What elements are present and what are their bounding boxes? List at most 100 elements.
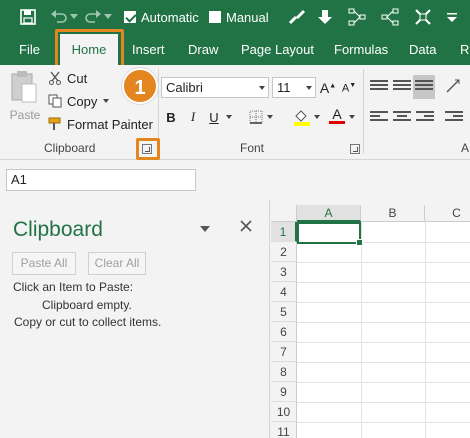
fill-color-button[interactable]	[292, 107, 312, 127]
automatic-toggle[interactable]: Automatic	[124, 0, 199, 34]
ribbon-tabs: File Home Insert Draw Page Layout Formul…	[0, 34, 470, 67]
undo-dropdown-icon[interactable]	[70, 0, 78, 34]
bottom-align-icon[interactable]	[413, 75, 435, 99]
grid-line	[425, 222, 426, 438]
automatic-checkbox[interactable]	[124, 11, 136, 23]
font-color-button[interactable]: A	[328, 105, 346, 125]
cut-label: Cut	[67, 70, 88, 86]
worksheet-grid[interactable]: A B C 1 2 3 4 5 6 7 8 9 10 11	[271, 205, 470, 438]
copy-button[interactable]: Copy	[47, 91, 110, 111]
grid-line	[297, 342, 470, 343]
trace-dependents-icon[interactable]	[381, 0, 399, 34]
close-icon[interactable]	[240, 220, 252, 235]
align-left-icon[interactable]	[370, 109, 388, 127]
tab-draw[interactable]: Draw	[188, 34, 218, 65]
decrease-font-size-button[interactable]: A▼	[341, 78, 357, 98]
borders-button[interactable]	[247, 107, 265, 127]
pane-instruction: Click an Item to Paste:	[13, 280, 134, 294]
paste-all-button[interactable]: Paste All	[12, 252, 76, 275]
tab-review[interactable]: Re	[460, 34, 470, 65]
ribbon-home: Paste Cut Copy Format Painter Clipboard …	[0, 65, 470, 160]
row-header-1[interactable]: 1	[271, 222, 297, 242]
format-painter-icon	[47, 116, 63, 132]
align-right-icon[interactable]	[416, 109, 434, 127]
row-header-9[interactable]: 9	[271, 382, 297, 402]
font-dialog-launcher-icon[interactable]	[350, 144, 360, 154]
align-center-icon[interactable]	[393, 109, 411, 127]
grid-line	[297, 402, 470, 403]
manual-checkbox[interactable]	[209, 11, 221, 23]
grid-line	[297, 362, 470, 363]
grid-line	[297, 282, 470, 283]
undo-icon[interactable]	[50, 0, 68, 34]
save-icon[interactable]	[20, 0, 36, 34]
group-separator	[363, 69, 364, 154]
fill-color-dropdown-icon[interactable]	[312, 107, 322, 127]
name-box[interactable]: A1	[6, 169, 196, 191]
bold-button[interactable]: B	[163, 107, 179, 127]
scissors-icon	[47, 70, 63, 86]
borders-icon	[249, 110, 263, 124]
middle-align-icon[interactable]	[393, 78, 411, 96]
paste-button[interactable]: Paste	[6, 70, 44, 122]
active-cell-a1[interactable]	[297, 222, 363, 246]
quick-access-toolbar: Automatic Manual	[0, 0, 470, 34]
grid-line	[297, 322, 470, 323]
underline-dropdown-icon[interactable]	[224, 107, 234, 127]
clipboard-pane: Clipboard Paste All Clear All Click an I…	[0, 200, 270, 438]
row-header-4[interactable]: 4	[271, 282, 297, 302]
download-icon[interactable]	[318, 0, 332, 34]
launcher-highlight	[136, 138, 160, 160]
font-color-dropdown-icon[interactable]	[347, 107, 357, 127]
row-header-6[interactable]: 6	[271, 322, 297, 342]
pane-options-icon[interactable]	[200, 226, 210, 232]
column-header-c[interactable]: C	[425, 205, 470, 222]
underline-button[interactable]: U	[206, 107, 222, 127]
row-header-10[interactable]: 10	[271, 402, 297, 422]
redo-dropdown-icon[interactable]	[104, 0, 112, 34]
row-header-3[interactable]: 3	[271, 262, 297, 282]
tab-home[interactable]: Home	[60, 34, 118, 67]
row-header-7[interactable]: 7	[271, 342, 297, 362]
orientation-icon[interactable]	[445, 78, 463, 96]
borders-dropdown-icon[interactable]	[265, 107, 275, 127]
manual-toggle[interactable]: Manual	[209, 0, 269, 34]
brush-icon[interactable]	[288, 0, 306, 34]
cut-button[interactable]: Cut	[47, 68, 87, 88]
remove-arrows-icon[interactable]	[414, 0, 432, 34]
redo-icon[interactable]	[84, 0, 102, 34]
automatic-label: Automatic	[141, 9, 199, 25]
decrease-indent-icon[interactable]	[445, 109, 463, 127]
format-painter-button[interactable]: Format Painter	[47, 114, 153, 134]
row-header-2[interactable]: 2	[271, 242, 297, 262]
font-size-dropdown-icon	[306, 86, 312, 90]
grid-line	[297, 302, 470, 303]
select-all-corner[interactable]	[271, 205, 297, 222]
decrease-font-icon: A▼	[341, 81, 357, 95]
column-header-a[interactable]: A	[297, 205, 361, 222]
grid-line	[297, 262, 470, 263]
clear-all-button[interactable]: Clear All	[88, 252, 146, 275]
row-header-8[interactable]: 8	[271, 362, 297, 382]
copy-dropdown-icon[interactable]	[103, 99, 110, 103]
font-size-select[interactable]: 11	[272, 77, 316, 98]
customize-toolbar-icon[interactable]	[447, 0, 457, 34]
tab-insert[interactable]: Insert	[132, 34, 165, 65]
pane-empty-line1: Clipboard empty.	[42, 298, 132, 312]
tab-file[interactable]: File	[19, 34, 40, 65]
column-header-b[interactable]: B	[361, 205, 425, 222]
grid-line	[297, 422, 470, 423]
row-header-5[interactable]: 5	[271, 302, 297, 322]
trace-precedents-icon[interactable]	[348, 0, 366, 34]
row-header-11[interactable]: 11	[271, 422, 297, 438]
italic-button[interactable]: I	[185, 107, 201, 127]
pane-title: Clipboard	[13, 218, 103, 241]
clipboard-paste-icon	[10, 70, 40, 103]
font-name-value: Calibri	[166, 80, 203, 95]
tab-formulas[interactable]: Formulas	[334, 34, 388, 65]
increase-font-size-button[interactable]: A▲	[320, 78, 336, 98]
top-align-icon[interactable]	[370, 78, 388, 96]
font-name-select[interactable]: Calibri	[161, 77, 269, 98]
tab-page-layout[interactable]: Page Layout	[241, 34, 314, 65]
tab-data[interactable]: Data	[409, 34, 436, 65]
